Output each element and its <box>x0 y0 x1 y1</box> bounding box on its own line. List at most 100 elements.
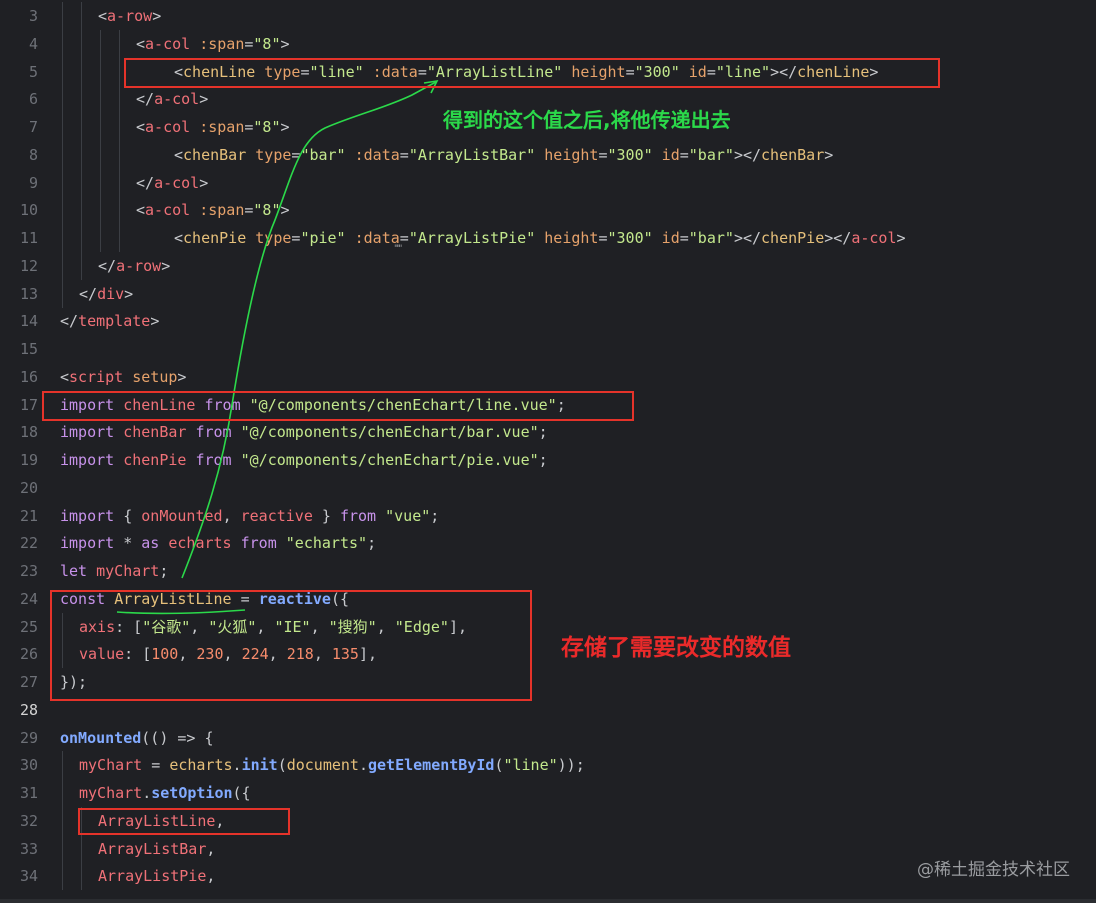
indent-guide <box>62 279 63 308</box>
line-number: 7 <box>28 118 38 136</box>
indent-guide <box>62 2 63 30</box>
indent-guide <box>100 85 101 114</box>
code-token: = <box>142 756 170 775</box>
code-line[interactable]: 16 <script setup> <box>0 363 1096 391</box>
highlight-box-line32 <box>78 808 290 835</box>
code-token: * <box>114 534 142 553</box>
code-token: onMounted <box>141 506 223 525</box>
code-text: </a-col> <box>136 169 208 197</box>
code-line[interactable]: 20 <box>0 474 1096 502</box>
code-line[interactable]: 18 import chenBar from "@/components/chen… <box>0 418 1096 446</box>
line-number: 5 <box>28 62 38 81</box>
code-token: a-col <box>145 34 191 53</box>
code-token: echarts <box>159 534 241 553</box>
code-token: > <box>150 312 160 331</box>
code-token: :span <box>190 118 245 136</box>
code-token: script <box>69 367 124 386</box>
indent-guide <box>100 113 101 141</box>
code-token: "vue" <box>376 506 431 525</box>
indent-guide <box>81 2 82 30</box>
code-text: <a-col :span="8"> <box>136 30 290 58</box>
code-line[interactable]: 29 onMounted(() => { <box>0 724 1096 752</box>
line-number: 17 <box>19 395 38 414</box>
code-text: import { onMounted, reactive } from "vue… <box>60 502 439 530</box>
code-text: <chenPie type="pie" :data="ArrayListPie"… <box>174 224 906 252</box>
code-line[interactable]: 3 <a-row> <box>0 2 1096 30</box>
code-token: )); <box>557 756 585 775</box>
line-number: 12 <box>19 256 38 275</box>
indent-guide <box>62 751 63 780</box>
code-token: from <box>195 451 232 469</box>
code-line[interactable]: 31 myChart.setOption({ <box>0 779 1096 807</box>
code-line[interactable]: 14 </template> <box>0 307 1096 335</box>
code-token: type <box>246 145 292 164</box>
code-line[interactable]: 23 let myChart; <box>0 557 1096 585</box>
code-text: import chenPie from "@/components/chenEc… <box>60 446 548 474</box>
code-line[interactable]: 12 </a-row> <box>0 251 1096 280</box>
line-number: 30 <box>19 756 38 775</box>
indent-guide <box>62 113 63 141</box>
code-line[interactable]: 13 </div> <box>0 279 1096 308</box>
indent-guide <box>62 806 63 835</box>
indent-guide <box>62 251 63 280</box>
code-token: myChart <box>79 784 143 802</box>
code-token: "echarts" <box>276 534 368 553</box>
code-line[interactable]: 4 <a-col :span="8"> <box>0 29 1096 58</box>
code-token: chenBar <box>183 145 247 164</box>
code-token: ></ <box>733 229 762 247</box>
code-token: onMounted <box>60 728 142 747</box>
code-token: ; <box>367 534 377 553</box>
line-number: 16 <box>19 367 38 386</box>
code-token: a-col <box>154 90 200 109</box>
code-token: "300" <box>607 145 653 164</box>
code-token: "bar" <box>688 229 734 247</box>
code-token: let <box>60 562 88 580</box>
code-token: > <box>199 173 209 192</box>
indent-guide <box>81 29 82 58</box>
indent-guide <box>81 140 82 169</box>
code-line[interactable]: 8 <chenBar type="bar" :data="ArrayListBar… <box>0 140 1096 169</box>
code-text: ArrayListPie, <box>98 862 215 890</box>
indent-guide <box>62 168 63 197</box>
code-line[interactable]: 21 import { onMounted, reactive } from "v… <box>0 502 1096 530</box>
indent-guide <box>62 862 63 891</box>
code-text: <a-col :span="8"> <box>136 196 290 224</box>
code-token: setOption <box>151 784 233 802</box>
code-line[interactable]: 19 import chenPie from "@/components/chen… <box>0 446 1096 474</box>
code-token: , <box>222 506 241 525</box>
line-number: 22 <box>19 534 38 553</box>
line-number: 24 <box>19 589 38 608</box>
code-editor[interactable]: 3 <a-row> 4 <a-col :span="8"> 5 <chenLine typ… <box>0 0 1096 903</box>
line-number: 23 <box>19 562 38 580</box>
code-line[interactable]: 30 myChart = echarts.init(document.getEle… <box>0 751 1096 780</box>
code-token: . <box>232 756 242 775</box>
indent-guide <box>62 196 63 225</box>
indent-guide <box>100 140 101 169</box>
line-number: 8 <box>28 145 38 164</box>
indent-guide <box>100 224 101 252</box>
line-number: 34 <box>19 867 38 886</box>
code-token: a-col <box>154 173 200 192</box>
code-token: chenPie <box>183 229 247 247</box>
code-line[interactable]: 22 import * as echarts from "echarts"; <box>0 529 1096 557</box>
indent-guide <box>119 196 120 225</box>
code-line[interactable]: 15 <box>0 335 1096 363</box>
horizontal-scrollbar[interactable] <box>0 899 1096 903</box>
code-token: "8" <box>253 34 281 53</box>
code-line[interactable]: 10 <a-col :span="8"> <box>0 196 1096 225</box>
code-line[interactable]: 9 </a-col> <box>0 168 1096 197</box>
code-text: </template> <box>60 307 159 335</box>
code-token: :data <box>345 229 400 247</box>
code-token: { <box>114 506 142 525</box>
line-number: 4 <box>28 34 38 53</box>
code-token: </ <box>79 284 98 303</box>
code-text: <chenBar type="bar" :data="ArrayListBar"… <box>174 141 833 169</box>
code-token: > <box>199 90 209 109</box>
code-token: . <box>358 756 368 775</box>
code-token: a-row <box>107 7 153 25</box>
code-token: myChart <box>87 562 160 580</box>
line-number: 33 <box>19 839 38 858</box>
code-line[interactable]: 11 <chenPie type="pie" :data="ArrayListPi… <box>0 224 1096 252</box>
code-token: . <box>142 784 152 802</box>
code-token: ({ <box>232 784 251 802</box>
